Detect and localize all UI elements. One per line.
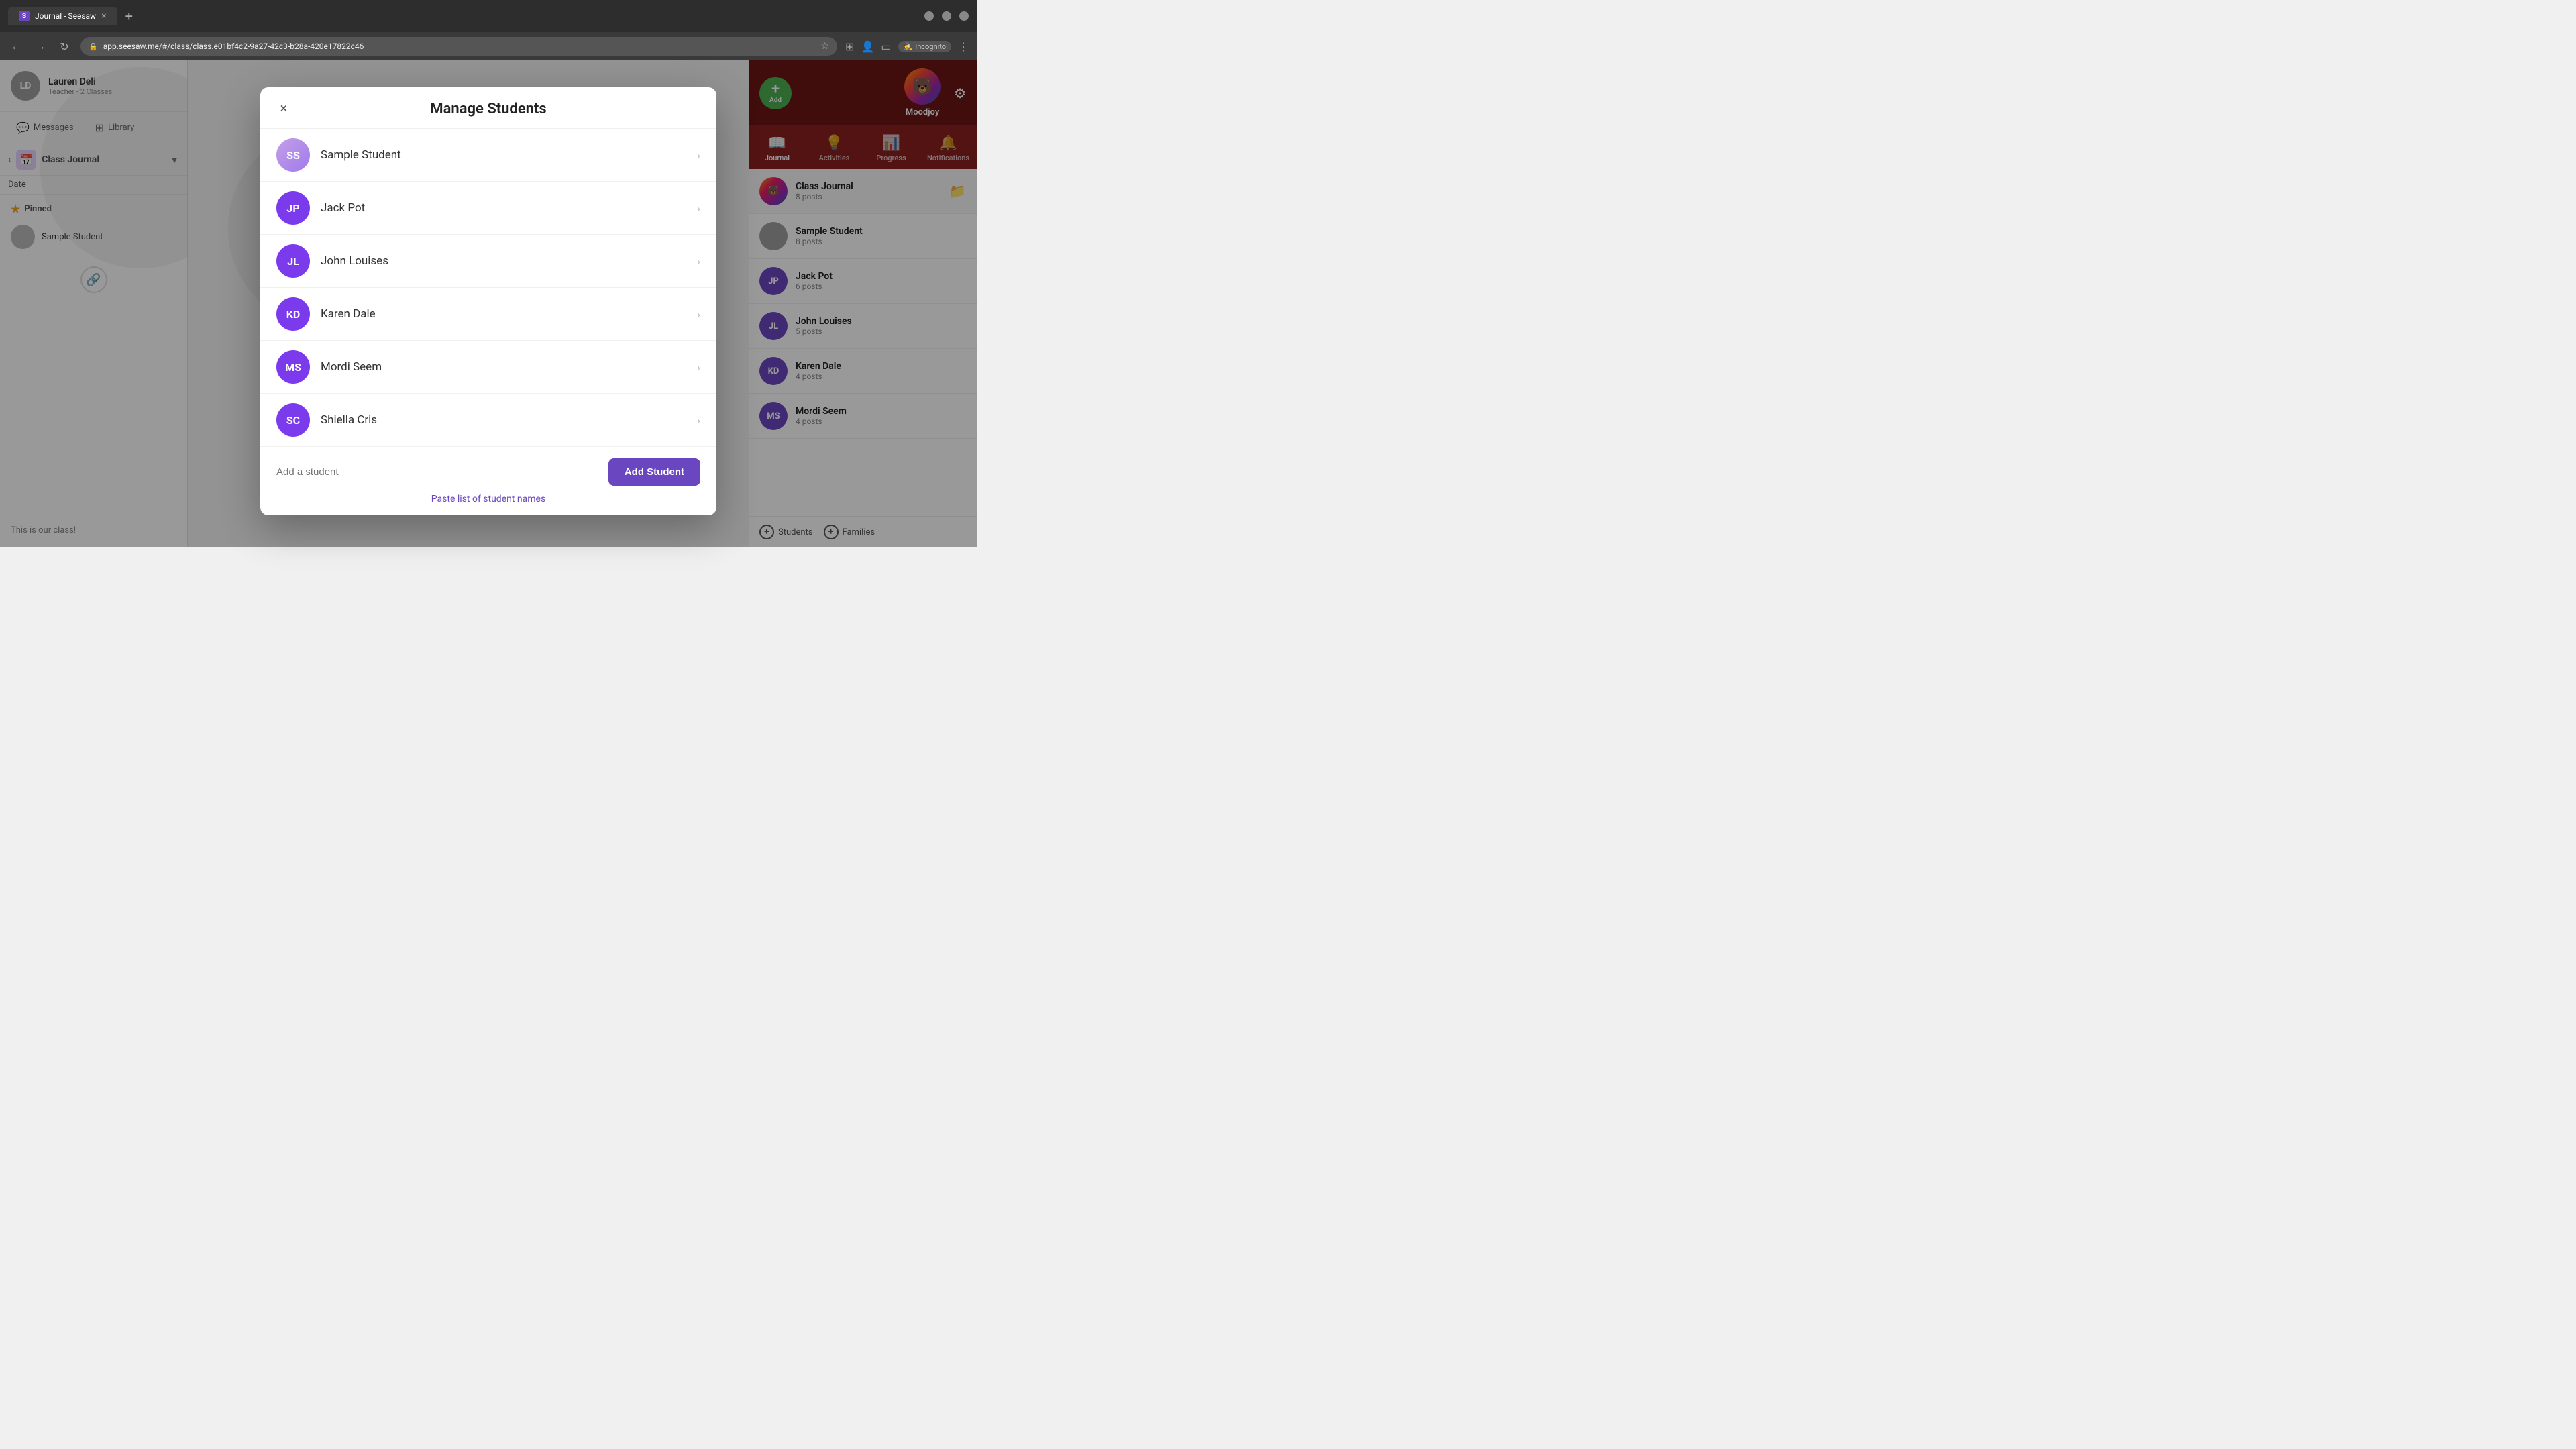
john-louises-list-item[interactable]: JL John Louises › <box>260 235 716 288</box>
lock-icon: 🔒 <box>89 42 98 51</box>
modal-close-button[interactable]: × <box>274 98 294 118</box>
sample-student-list-avatar: SS <box>276 138 310 172</box>
profile-icon[interactable]: 👤 <box>861 40 874 53</box>
browser-icons: ⊞ 👤 ▭ 🕵 Incognito ⋮ <box>845 40 969 53</box>
jack-pot-chevron: › <box>697 202 700 215</box>
tab-close-button[interactable]: × <box>101 11 106 21</box>
browser-chrome: S Journal - Seesaw × + <box>0 0 977 32</box>
john-louises-list-name: John Louises <box>321 254 686 268</box>
mordi-seem-list-name: Mordi Seem <box>321 360 686 374</box>
mordi-seem-list-avatar: MS <box>276 350 310 384</box>
modal-header: × Manage Students <box>260 87 716 129</box>
modal-title: Manage Students <box>430 101 546 117</box>
window-controls <box>924 11 969 21</box>
menu-icon[interactable]: ⋮ <box>958 40 969 53</box>
shiella-cris-list-avatar: SC <box>276 403 310 437</box>
bookmark-icon[interactable]: ☆ <box>820 41 829 52</box>
url-bar-row: ← → ↻ 🔒 app.seesaw.me/#/class/class.e01b… <box>0 32 977 60</box>
screen-cast-icon[interactable]: ▭ <box>881 40 891 53</box>
url-bar[interactable]: 🔒 app.seesaw.me/#/class/class.e01bf4c2-9… <box>80 37 837 56</box>
shiella-cris-chevron: › <box>697 414 700 427</box>
close-button[interactable] <box>959 11 969 21</box>
mordi-seem-chevron: › <box>697 361 700 374</box>
minimize-button[interactable] <box>924 11 934 21</box>
tab-title: Journal - Seesaw <box>35 11 96 21</box>
browser-tab[interactable]: S Journal - Seesaw × <box>8 7 117 25</box>
jack-pot-list-item[interactable]: JP Jack Pot › <box>260 182 716 235</box>
karen-dale-list-avatar: KD <box>276 297 310 331</box>
extensions-icon[interactable]: ⊞ <box>845 40 854 53</box>
modal-footer: Add Student Paste list of student names <box>260 447 716 515</box>
sample-student-chevron: › <box>697 149 700 162</box>
manage-students-modal: × Manage Students SS Sample Student › JP… <box>260 87 716 515</box>
forward-button[interactable]: → <box>32 38 48 54</box>
karen-dale-list-item[interactable]: KD Karen Dale › <box>260 288 716 341</box>
modal-body: SS Sample Student › JP Jack Pot › JL Joh… <box>260 129 716 447</box>
shiella-cris-list-item[interactable]: SC Shiella Cris › <box>260 394 716 447</box>
karen-dale-list-name: Karen Dale <box>321 307 686 321</box>
footer-input-row: Add Student <box>276 458 700 486</box>
back-button[interactable]: ← <box>8 38 24 54</box>
add-student-input[interactable] <box>276 461 600 483</box>
sample-student-list-item[interactable]: SS Sample Student › <box>260 129 716 182</box>
john-louises-chevron: › <box>697 255 700 268</box>
sample-student-list-name: Sample Student <box>321 148 686 162</box>
url-text: app.seesaw.me/#/class/class.e01bf4c2-9a2… <box>103 42 816 51</box>
shiella-cris-list-name: Shiella Cris <box>321 413 686 427</box>
mordi-seem-list-item[interactable]: MS Mordi Seem › <box>260 341 716 394</box>
jack-pot-list-avatar: JP <box>276 191 310 225</box>
refresh-button[interactable]: ↻ <box>56 38 72 54</box>
john-louises-list-avatar: JL <box>276 244 310 278</box>
incognito-badge: 🕵 Incognito <box>898 41 952 52</box>
paste-list-link[interactable]: Paste list of student names <box>431 494 545 504</box>
jack-pot-list-name: Jack Pot <box>321 201 686 215</box>
modal-overlay[interactable]: × Manage Students SS Sample Student › JP… <box>0 60 977 547</box>
maximize-button[interactable] <box>942 11 951 21</box>
add-student-button[interactable]: Add Student <box>608 458 700 486</box>
karen-dale-chevron: › <box>697 308 700 321</box>
new-tab-button[interactable]: + <box>125 8 133 24</box>
tab-favicon: S <box>19 11 30 21</box>
